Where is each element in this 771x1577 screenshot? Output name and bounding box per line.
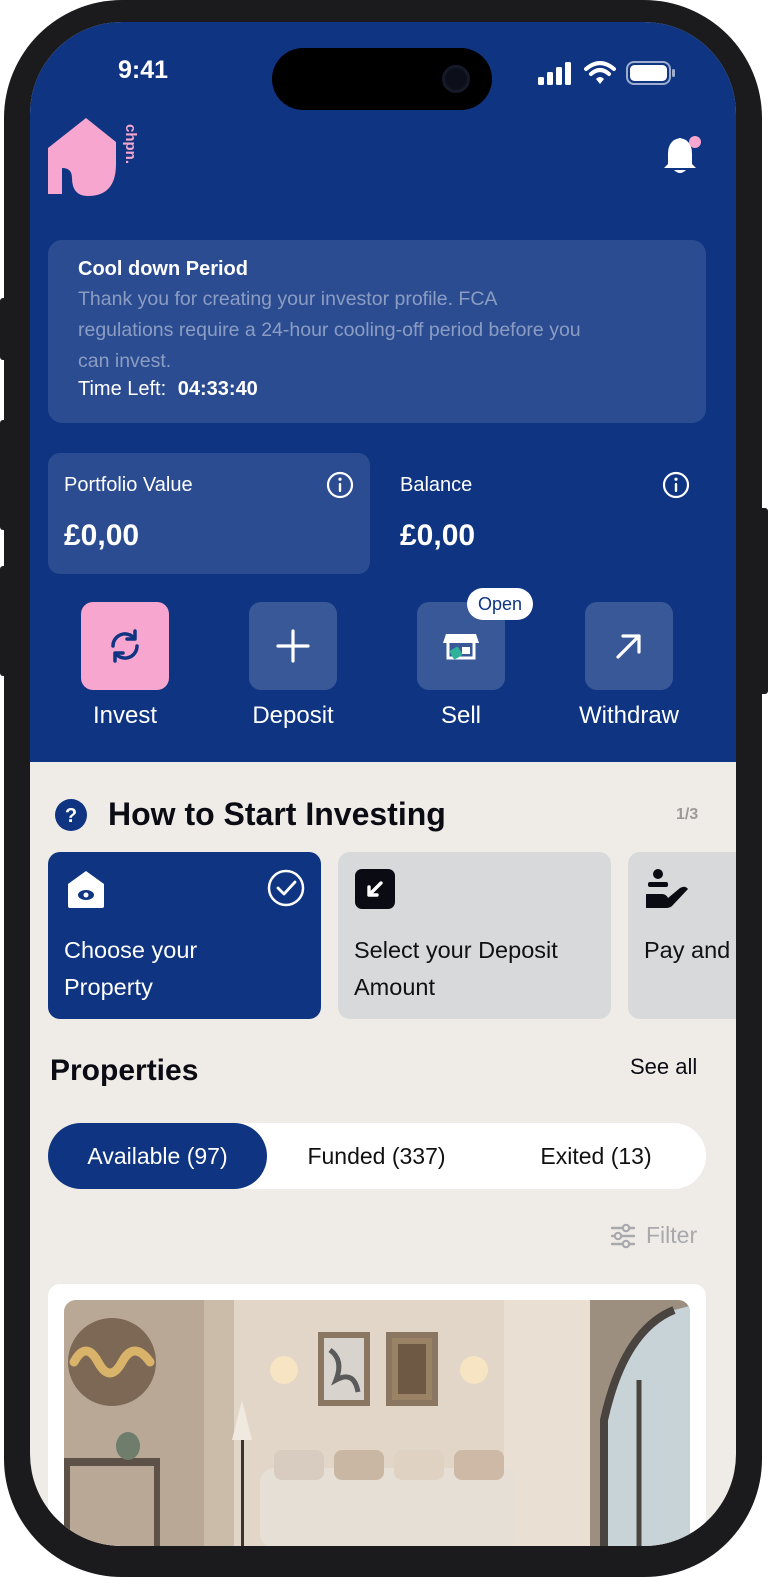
invest-label: Invest [92, 702, 158, 729]
deposit-tile[interactable] [249, 602, 337, 690]
withdraw-button[interactable]: Withdraw [559, 602, 699, 742]
deposit-button[interactable]: Deposit [223, 602, 363, 742]
withdraw-label: Withdraw [578, 702, 680, 729]
hand-coin-icon [646, 869, 688, 908]
camera-icon [442, 65, 470, 93]
step-label-line: Select your Deposit [354, 937, 558, 963]
balance-label: Balance [400, 474, 473, 496]
cooldown-message-line: regulations require a 24-hour cooling-of… [78, 319, 581, 341]
info-icon[interactable] [326, 471, 354, 499]
tab-funded[interactable]: Funded (337) [267, 1123, 486, 1189]
time-left: Time Left: 04:33:40 [78, 378, 676, 401]
property-status-tabs: Available (97) Funded (337) Exited (13) [48, 1123, 706, 1189]
signal-icon [538, 62, 571, 85]
sell-button[interactable]: Sell [391, 602, 531, 742]
step-label: Choose your Property [64, 932, 197, 1006]
time-left-label: Time Left: [78, 378, 167, 400]
arrow-up-right-icon [616, 634, 641, 659]
wifi-icon [584, 61, 616, 84]
check-circle-icon [267, 869, 305, 907]
cooldown-title: Cool down Period [78, 258, 248, 280]
step-label-line: Amount [354, 974, 435, 1000]
step-label-line: Choose your [64, 937, 198, 963]
portfolio-value: £0,00 [64, 519, 140, 552]
step-card-pay[interactable]: Pay and [628, 852, 736, 1019]
app-screen: 9:41 chpn. Cool down Period Thank you fo… [30, 22, 736, 1546]
cooldown-message: Thank you for creating your investor pro… [78, 284, 676, 377]
balance-card[interactable]: Balance £0,00 [384, 453, 706, 574]
cooldown-banner: Cool down Period Thank you for creating … [48, 240, 706, 423]
sell-open-badge: Open [467, 588, 533, 620]
time-left-value: 04:33:40 [177, 378, 258, 400]
withdraw-tile[interactable] [585, 602, 673, 690]
invest-button[interactable]: Invest [55, 602, 195, 742]
step-label: Pay and [644, 932, 730, 969]
step-card-choose-property[interactable]: Choose your Property [48, 852, 321, 1019]
filter-button[interactable]: Filter [610, 1222, 697, 1249]
step-label-line: Pay and [644, 937, 731, 963]
cooldown-message-line: can invest. [78, 350, 172, 372]
property-card[interactable] [48, 1284, 706, 1546]
plus-icon [276, 629, 310, 663]
filter-label: Filter [646, 1222, 698, 1248]
step-label-line: Property [64, 974, 153, 1000]
info-icon[interactable] [662, 471, 690, 499]
chpn-logo: chpn. [48, 118, 139, 205]
battery-icon [626, 61, 675, 85]
see-all-link[interactable]: See all [630, 1054, 697, 1080]
property-photo[interactable] [64, 1300, 690, 1546]
page-indicator: 1/3 [676, 806, 699, 823]
svg-text:chpn.: chpn. [122, 124, 138, 164]
arrow-square-icon [355, 869, 395, 909]
refresh-icon [111, 629, 139, 663]
step-card-select-deposit[interactable]: Select your Deposit Amount [338, 852, 611, 1019]
notification-bell-icon[interactable] [662, 134, 702, 183]
step-label: Select your Deposit Amount [354, 932, 558, 1006]
portfolio-label: Portfolio Value [64, 474, 193, 496]
deposit-label: Deposit [252, 702, 334, 729]
cooldown-message-line: Thank you for creating your investor pro… [78, 288, 498, 310]
balance-value: £0,00 [400, 519, 476, 552]
shop-icon [443, 634, 479, 660]
dynamic-island [272, 48, 492, 110]
filter-icon [610, 1223, 636, 1248]
invest-tile[interactable] [81, 602, 169, 690]
help-icon[interactable]: ? [54, 798, 88, 832]
svg-text:?: ? [65, 805, 77, 827]
sell-label: Sell [440, 702, 482, 729]
status-icons [538, 60, 676, 86]
how-to-start-title: How to Start Investing [108, 796, 446, 832]
status-time: 9:41 [118, 56, 169, 84]
tab-available[interactable]: Available (97) [48, 1123, 267, 1189]
tab-exited[interactable]: Exited (13) [486, 1123, 706, 1189]
properties-title: Properties [50, 1054, 199, 1087]
portfolio-value-card[interactable]: Portfolio Value £0,00 [48, 453, 370, 574]
house-eye-icon [68, 871, 104, 908]
